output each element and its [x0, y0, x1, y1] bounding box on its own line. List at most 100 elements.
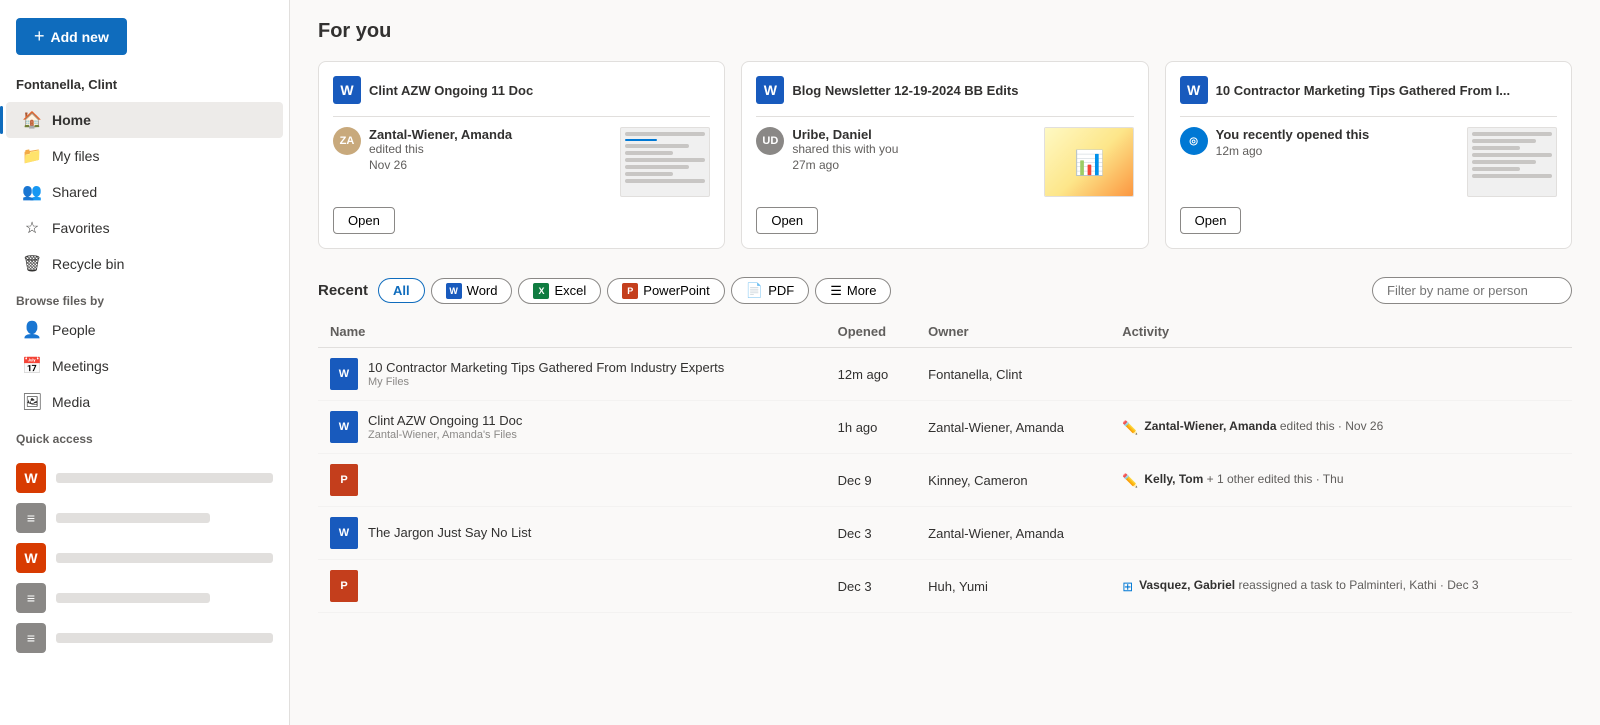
star-icon: ☆: [22, 218, 42, 238]
file-name-2: Clint AZW Ongoing 11 Doc: [368, 413, 522, 428]
card1-avatar: ZA: [333, 127, 361, 155]
files-table: Name Opened Owner Activity W 10 Contract…: [318, 316, 1572, 613]
table-row[interactable]: W The Jargon Just Say No List Dec 3 Zant…: [318, 507, 1572, 560]
card2-avatar: UD: [756, 127, 784, 155]
qa-bar-4: [56, 593, 210, 603]
sidebar-item-media[interactable]: 🖼 Media: [6, 384, 283, 420]
quick-access-item-3[interactable]: W: [16, 538, 273, 578]
pencil-icon-1: ✏️: [1122, 420, 1138, 436]
file-activity-4: [1110, 507, 1572, 560]
main-content: For you W Clint AZW Ongoing 11 Doc ZA Za…: [290, 0, 1600, 725]
file-name-1: 10 Contractor Marketing Tips Gathered Fr…: [368, 360, 724, 375]
media-icon: 🖼: [22, 392, 42, 412]
card3-meta: You recently opened this 12m ago: [1216, 127, 1457, 158]
home-icon: 🏠: [22, 110, 42, 130]
file-sub-1: My Files: [368, 376, 724, 388]
file-opened-2: 1h ago: [826, 401, 917, 454]
card2-open-button[interactable]: Open: [756, 207, 818, 234]
filter-tab-word[interactable]: W Word: [431, 278, 513, 304]
list-icon-1: ⊞: [1122, 579, 1133, 595]
file-sub-2: Zantal-Wiener, Amanda's Files: [368, 429, 522, 441]
card3-open-button[interactable]: Open: [1180, 207, 1242, 234]
recent-label: Recent: [318, 282, 368, 299]
col-owner: Owner: [916, 316, 1110, 348]
qa-icon-5: ≡: [16, 623, 46, 653]
qa-icon-2: ≡: [16, 503, 46, 533]
card2-thumbnail: 📊: [1044, 127, 1134, 197]
qa-icon-3: W: [16, 543, 46, 573]
person-icon: 👤: [22, 320, 42, 340]
sidebar-item-meetings[interactable]: 📅 Meetings: [6, 348, 283, 384]
file-name-cell-2: W Clint AZW Ongoing 11 Doc Zantal-Wiener…: [330, 411, 814, 443]
file-activity-1: [1110, 348, 1572, 401]
card1-meta: Zantal-Wiener, Amanda edited this Nov 26: [369, 127, 610, 172]
qa-bar-3: [56, 553, 273, 563]
table-row[interactable]: P Dec 9 Kinney, Cameron ✏️ Kelly, Tom: [318, 454, 1572, 507]
file-name-cell-1: W 10 Contractor Marketing Tips Gathered …: [330, 358, 814, 390]
add-new-button[interactable]: + Add new: [16, 18, 127, 55]
browse-files-label: Browse files by: [0, 282, 289, 312]
word-file-icon-1: W: [330, 358, 358, 390]
sidebar-item-shared[interactable]: 👥 Shared: [6, 174, 283, 210]
quick-access-list: W ≡ W ≡ ≡: [0, 450, 289, 666]
pdf-tab-icon: 📄: [746, 282, 763, 299]
filter-tab-excel[interactable]: X Excel: [518, 278, 601, 304]
card-3[interactable]: W 10 Contractor Marketing Tips Gathered …: [1165, 61, 1572, 249]
col-opened: Opened: [826, 316, 917, 348]
filter-tab-more[interactable]: ☰ More: [815, 278, 891, 304]
file-owner-5: Huh, Yumi: [916, 560, 1110, 613]
sidebar: + Add new Fontanella, Clint 🏠 Home 📁 My …: [0, 0, 290, 725]
excel-tab-icon: X: [533, 283, 549, 299]
file-activity-5: ⊞ Vasquez, Gabriel reassigned a task to …: [1110, 560, 1572, 613]
filter-tab-pdf[interactable]: 📄 PDF: [731, 277, 809, 304]
card-2[interactable]: W Blog Newsletter 12-19-2024 BB Edits UD…: [741, 61, 1148, 249]
quick-access-item-1[interactable]: W: [16, 458, 273, 498]
word-file-icon-3: W: [330, 517, 358, 549]
word-icon-card2: W: [756, 76, 784, 104]
ppt-file-icon-2: P: [330, 570, 358, 602]
more-tab-icon: ☰: [830, 283, 842, 299]
calendar-icon: 📅: [22, 356, 42, 376]
sidebar-item-people[interactable]: 👤 People: [6, 312, 283, 348]
file-opened-1: 12m ago: [826, 348, 917, 401]
quick-access-item-5[interactable]: ≡: [16, 618, 273, 658]
file-owner-4: Zantal-Wiener, Amanda: [916, 507, 1110, 560]
filter-tab-powerpoint[interactable]: P PowerPoint: [607, 278, 724, 304]
nav-list: 🏠 Home 📁 My files 👥 Shared ☆ Favorites 🗑…: [0, 102, 289, 282]
file-owner-2: Zantal-Wiener, Amanda: [916, 401, 1110, 454]
file-owner-1: Fontanella, Clint: [916, 348, 1110, 401]
card2-meta: Uribe, Daniel shared this with you 27m a…: [792, 127, 1033, 172]
qa-icon-4: ≡: [16, 583, 46, 613]
filter-tab-all[interactable]: All: [378, 278, 425, 303]
table-row[interactable]: W 10 Contractor Marketing Tips Gathered …: [318, 348, 1572, 401]
table-row[interactable]: W Clint AZW Ongoing 11 Doc Zantal-Wiener…: [318, 401, 1572, 454]
sidebar-item-favorites[interactable]: ☆ Favorites: [6, 210, 283, 246]
quick-access-item-2[interactable]: ≡: [16, 498, 273, 538]
sidebar-item-home[interactable]: 🏠 Home: [6, 102, 283, 138]
card3-title: 10 Contractor Marketing Tips Gathered Fr…: [1216, 83, 1511, 98]
page-title: For you: [318, 20, 1572, 43]
sidebar-item-recycle-bin[interactable]: 🗑 Recycle bin: [6, 246, 283, 282]
card-1[interactable]: W Clint AZW Ongoing 11 Doc ZA Zantal-Wie…: [318, 61, 725, 249]
word-icon-card1: W: [333, 76, 361, 104]
card2-title: Blog Newsletter 12-19-2024 BB Edits: [792, 83, 1018, 98]
file-activity-3: ✏️ Kelly, Tom + 1 other edited this · Th…: [1110, 454, 1572, 507]
folder-icon: 📁: [22, 146, 42, 166]
ppt-file-icon-1: P: [330, 464, 358, 496]
table-row[interactable]: P Dec 3 Huh, Yumi ⊞ Vasquez, Gabriel: [318, 560, 1572, 613]
file-name-cell-4: W The Jargon Just Say No List: [330, 517, 814, 549]
file-activity-2: ✏️ Zantal-Wiener, Amanda edited this · N…: [1110, 401, 1572, 454]
plus-icon: +: [34, 26, 45, 47]
card1-open-button[interactable]: Open: [333, 207, 395, 234]
filter-search-input[interactable]: [1372, 277, 1572, 304]
col-name: Name: [318, 316, 826, 348]
quick-access-label: Quick access: [0, 420, 289, 450]
browse-list: 👤 People 📅 Meetings 🖼 Media: [0, 312, 289, 420]
file-name-4: The Jargon Just Say No List: [368, 525, 531, 540]
file-name-cell-5: P: [330, 570, 814, 602]
card1-title: Clint AZW Ongoing 11 Doc: [369, 83, 533, 98]
sidebar-item-my-files[interactable]: 📁 My files: [6, 138, 283, 174]
quick-access-item-4[interactable]: ≡: [16, 578, 273, 618]
qa-bar-2: [56, 513, 210, 523]
file-name-cell-3: P: [330, 464, 814, 496]
